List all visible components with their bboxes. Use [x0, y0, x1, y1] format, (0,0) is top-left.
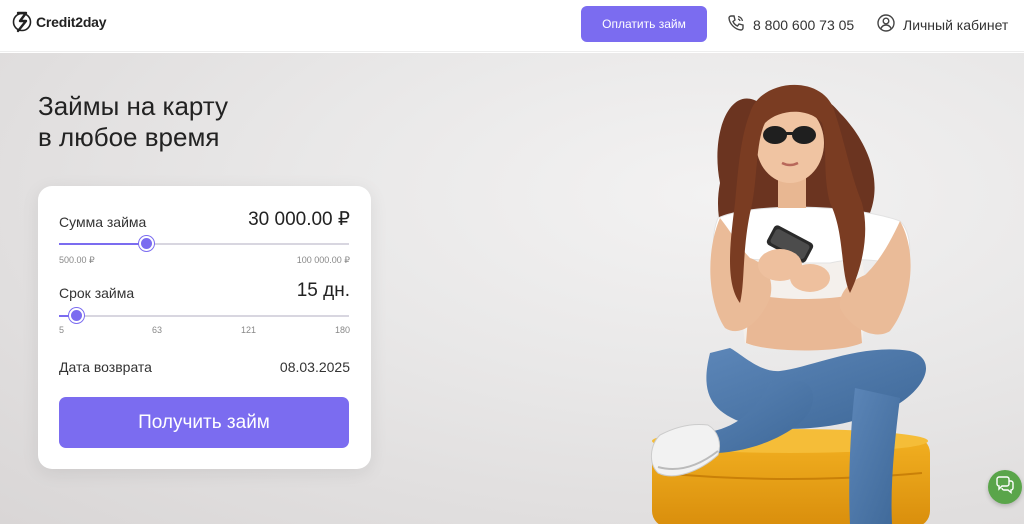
term-tick: 63 [152, 325, 163, 335]
logo[interactable]: Credit2day [12, 11, 107, 33]
logo-icon [12, 11, 32, 33]
personal-cabinet-label: Личный кабинет [903, 16, 1009, 33]
amount-slider-fill [59, 243, 146, 245]
pay-loan-button[interactable]: Оплатить займ [581, 6, 707, 42]
phone-number: 8 800 600 73 05 [753, 16, 855, 33]
amount-value: 30 000.00 ₽ [248, 209, 350, 230]
hero-title-line1: Займы на карту [38, 91, 229, 121]
get-loan-button[interactable]: Получить займ [59, 397, 349, 448]
loan-calculator-card: Сумма займа 30 000.00 ₽ 500.00 ₽ 100 000… [38, 186, 371, 469]
site-header: Credit2day Оплатить займ 8 800 600 73 05… [0, 0, 1024, 52]
amount-slider-thumb[interactable] [138, 236, 154, 251]
return-date-value: 08.03.2025 [279, 359, 350, 375]
phone-link[interactable]: 8 800 600 73 05 [727, 14, 854, 35]
hero-title-line2: в любое время [38, 122, 220, 152]
term-slider-thumb[interactable] [68, 308, 84, 323]
hero-title: Займы на карту в любое время [38, 91, 228, 153]
amount-max-label: 100 000.00 ₽ [296, 255, 350, 265]
chat-icon [995, 475, 1015, 499]
term-slider-track[interactable] [59, 315, 349, 317]
phone-icon [727, 14, 745, 35]
term-tick: 5 [59, 325, 65, 335]
amount-label: Сумма займа [59, 214, 147, 230]
chat-button[interactable] [988, 470, 1022, 504]
term-label: Срок займа [59, 285, 135, 301]
hero-woman-illustration [651, 84, 930, 524]
user-icon [877, 14, 895, 35]
hero-section: Займы на карту в любое время Сумма займа… [0, 53, 1024, 524]
return-date-label: Дата возврата [59, 359, 152, 375]
term-tick: 180 [334, 325, 350, 335]
personal-cabinet-link[interactable]: Личный кабинет [877, 14, 1008, 35]
term-tick: 121 [241, 325, 257, 335]
term-value: 15 дн. [296, 280, 350, 301]
amount-min-label: 500.00 ₽ [59, 255, 95, 265]
logo-text: Credit2day [36, 14, 107, 30]
